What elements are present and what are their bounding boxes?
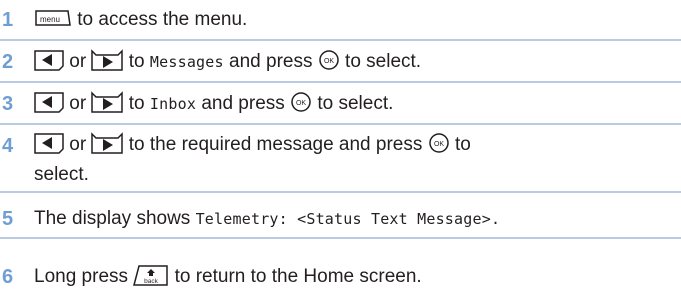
step-5-text: The display shows — [34, 208, 191, 229]
step-number: 2 — [2, 51, 14, 73]
step-1: 1 menu to access the menu. — [0, 0, 681, 41]
step-number: 3 — [2, 93, 14, 115]
svg-text:back: back — [144, 278, 158, 285]
step-text: The display shows Telemetry: <Status Tex… — [34, 205, 671, 233]
right-key-icon — [91, 49, 124, 71]
step-number: 1 — [2, 9, 14, 31]
or-text: or — [69, 134, 87, 155]
or-text: or — [69, 93, 87, 114]
svg-text:OK: OK — [296, 100, 306, 107]
right-key-icon — [91, 132, 124, 154]
and-press-text: and press — [201, 93, 285, 114]
and-press-text: and press — [229, 51, 313, 72]
step-text: or to the required message and press OK … — [34, 130, 671, 190]
step-4: 4 or to the required message and press O… — [0, 125, 681, 193]
step-text: menu to access the menu. — [34, 6, 671, 34]
to-text: to — [128, 93, 145, 114]
inbox-menu-name: Inbox — [149, 95, 197, 113]
ok-key-icon: OK — [318, 49, 340, 71]
step-5: 5 The display shows Telemetry: <Status T… — [0, 193, 681, 239]
messages-menu-name: Messages — [149, 53, 224, 71]
long-press-text: Long press — [34, 266, 129, 287]
or-text: or — [69, 51, 87, 72]
step-text: Long press back to return to the Home sc… — [34, 263, 671, 291]
svg-text:OK: OK — [324, 58, 334, 65]
return-home-text: to return to the Home screen. — [174, 266, 422, 287]
left-key-icon — [34, 49, 64, 71]
instruction-steps: 1 menu to access the menu. 2 or to Messa… — [0, 0, 681, 301]
step-number: 6 — [2, 266, 14, 288]
left-key-icon — [34, 91, 64, 113]
step-text: or to Inbox and press OK to select. — [34, 90, 671, 118]
to-select-text: to select. — [345, 51, 422, 72]
step-4-text: to the required message and press — [128, 134, 423, 155]
step-number: 4 — [2, 135, 14, 157]
step-3: 3 or to Inbox and press OK to select. — [0, 83, 681, 125]
telemetry-display-text: Telemetry: <Status Text Message>. — [195, 210, 501, 228]
ok-key-icon: OK — [290, 91, 312, 113]
to-text: to — [128, 51, 145, 72]
step-6: 6 Long press back to return to the Home … — [0, 239, 681, 301]
step-1-text: to access the menu. — [77, 9, 248, 30]
step-number: 5 — [2, 208, 14, 230]
step-text: or to Messages and press OK to select. — [34, 48, 671, 76]
back-key-icon: back — [133, 264, 169, 286]
right-key-icon — [91, 91, 124, 113]
to-text: to — [454, 134, 471, 155]
select-text: select. — [34, 164, 89, 185]
step-2: 2 or to Messages and press OK to select. — [0, 41, 681, 83]
to-select-text: to select. — [317, 93, 394, 114]
svg-text:OK: OK — [434, 141, 444, 148]
ok-key-icon: OK — [428, 132, 450, 154]
left-key-icon — [34, 132, 64, 154]
menu-key-icon: menu — [34, 7, 72, 29]
svg-text:menu: menu — [40, 15, 60, 24]
